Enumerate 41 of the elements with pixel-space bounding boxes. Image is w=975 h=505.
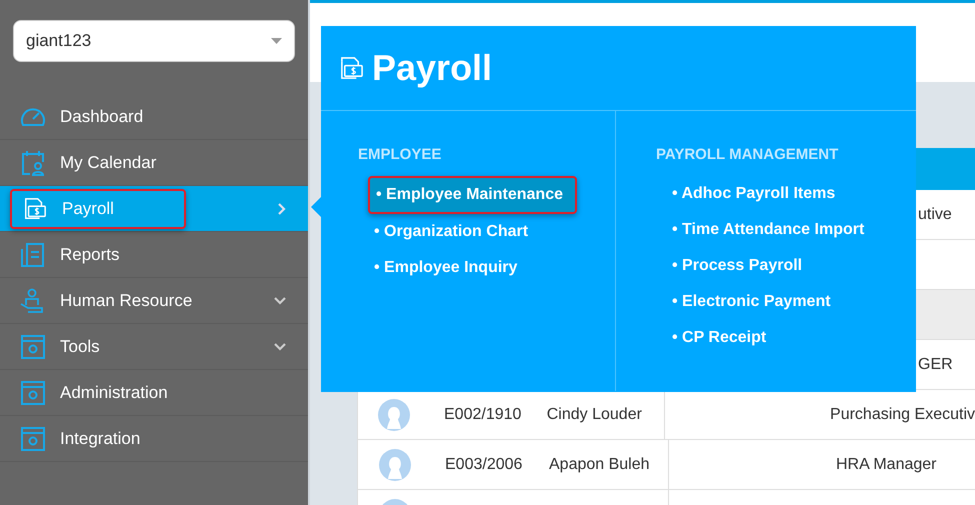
table-cell-text: E002/1910 [444,404,522,424]
window-gear-icon [21,334,45,358]
menu-link[interactable]: • Organization Chart [368,214,540,250]
money-document-icon [23,196,47,222]
menu-link[interactable]: • CP Receipt [666,320,778,356]
menu-link[interactable]: • Electronic Payment [666,284,843,320]
menu-link[interactable]: • Process Payroll [666,248,814,284]
chevron-down-icon [274,342,286,350]
window-gear-icon [21,380,45,404]
chevron-down-icon [274,296,286,304]
account-select[interactable]: giant123 [13,20,295,62]
menu-link[interactable]: • Time Attendance Import [666,212,876,248]
hand-person-icon [20,288,46,314]
sidebar-item[interactable]: Tools [0,324,308,370]
sidebar-item[interactable]: Dashboard [0,94,308,140]
menu-title: Payroll [372,46,492,90]
calendar-person-icon [21,150,45,176]
table-cell-text: Purchasing Executiv [830,404,975,424]
sidebar-item[interactable]: Payroll [0,186,308,232]
menu-link[interactable]: • Employee Maintenance [368,176,577,214]
menu-link[interactable]: • Employee Inquiry [368,250,530,286]
sidebar-item[interactable]: Administration [0,370,308,416]
money-document-icon [339,56,364,80]
sidebar-item[interactable]: Reports [0,232,308,278]
table-cell-text: Apapon Buleh [549,454,650,474]
avatar-silhouette-icon [378,398,410,430]
table-cell-text: GER [918,354,953,374]
column-heading: EMPLOYEE [358,145,442,165]
table-cell-text: E003/2006 [445,454,522,474]
avatar-silhouette-icon [378,448,410,480]
table-cell-text: utive [918,204,952,224]
window-gear-icon [21,426,45,450]
chevron-right-icon [278,202,286,214]
dropdown-caret-icon [271,38,282,44]
menu-link[interactable]: • Adhoc Payroll Items [666,176,848,212]
sidebar-item[interactable]: Integration [0,416,308,462]
table-cell-text: Cindy Louder [546,404,642,424]
sidebar-item[interactable]: Human Resource [0,278,308,324]
column-heading: PAYROLL MANAGEMENT [656,145,840,165]
document-list-icon [21,242,45,266]
table-cell-text: HRA Manager [836,454,936,474]
